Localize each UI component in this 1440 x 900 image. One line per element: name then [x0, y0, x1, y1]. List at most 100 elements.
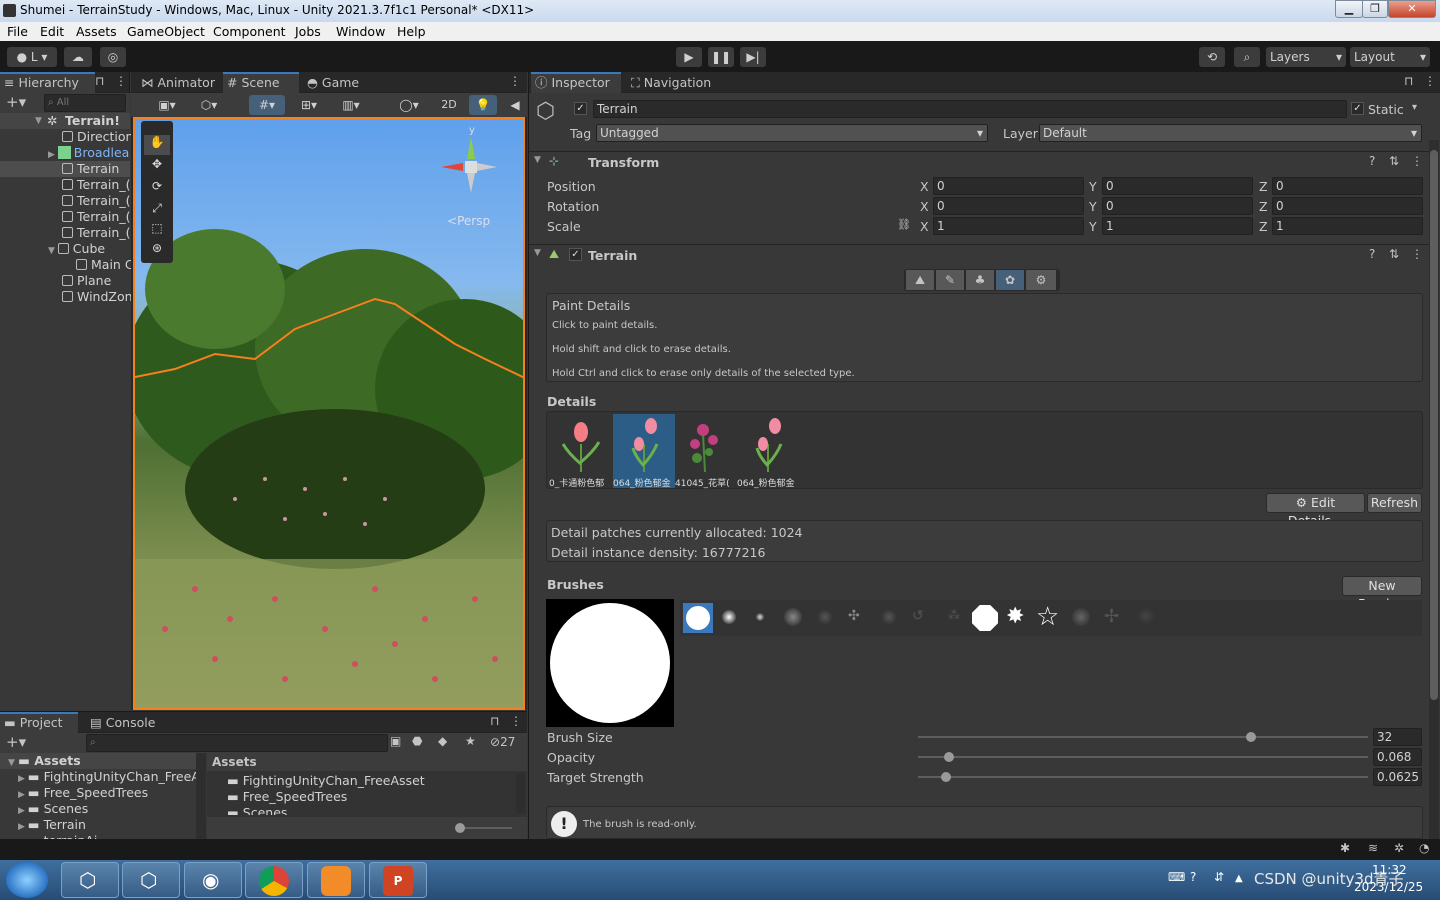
brush-splat[interactable]: ✢ [1104, 606, 1119, 627]
brush-starburst[interactable]: ✸ [1006, 604, 1024, 629]
brush-size-slider[interactable] [918, 736, 1368, 738]
assets-scrollbar[interactable] [516, 773, 525, 813]
layers-dropdown[interactable]: Layers ▾ [1266, 47, 1346, 67]
tab-scene[interactable]: # Scene [223, 72, 299, 93]
taskbar-app-panda[interactable]: ◉ [184, 862, 242, 898]
filter-icon[interactable]: ⬣ [412, 734, 422, 748]
orientation-gizmo[interactable]: y [435, 125, 505, 201]
target-strength-slider[interactable] [918, 776, 1368, 778]
tray-expand-icon[interactable]: ▲ [1235, 873, 1243, 884]
terrain-header[interactable]: ▼ ⛰ ✓ Terrain ? ⇅ ⋮ [529, 244, 1429, 264]
favorite-icon[interactable]: ★ [465, 734, 476, 748]
hierarchy-search-input[interactable]: ⌕ All [44, 94, 126, 112]
taskbar-unity[interactable]: ⬡ [122, 862, 180, 898]
asset-item[interactable]: ▬ Scenes [227, 805, 287, 815]
menu-window[interactable]: Window [336, 24, 385, 39]
terrain-settings-icon[interactable]: ⚙ [1026, 270, 1056, 290]
tree-scrollbar[interactable] [196, 753, 206, 840]
paint-details-icon[interactable]: ✿ [996, 270, 1024, 290]
search-button[interactable]: ⌕ [1234, 47, 1260, 67]
menu-file[interactable]: File [7, 24, 28, 39]
list-item[interactable]: ▶ Broadlea [48, 145, 129, 161]
chevron-down-icon[interactable]: ▾ [1412, 102, 1417, 113]
static-checkbox[interactable]: ✓ [1351, 102, 1364, 115]
2d-toggle[interactable]: 2D [435, 95, 463, 115]
paint-terrain-icon[interactable]: ✎ [936, 270, 964, 290]
list-item[interactable]: Terrain_( [62, 177, 130, 193]
brush-swirl[interactable]: ↺ [912, 608, 924, 624]
grid-button[interactable]: ⊞▾ [291, 95, 327, 115]
scale-x-field[interactable]: 1 [933, 217, 1084, 235]
account-button[interactable]: ● L ▾ [7, 47, 57, 67]
tree-item[interactable]: ▶ ▬ Terrain [18, 817, 86, 833]
scale-tool-icon[interactable]: ⤢ [144, 201, 170, 221]
tree-item[interactable]: ▶ ▬ Free_SpeedTrees [18, 785, 148, 801]
layout-dropdown[interactable]: Layout ▾ [1350, 47, 1430, 67]
lighting-icon[interactable]: ✲ [1394, 841, 1404, 855]
snap-grid-button[interactable]: #▾ [249, 95, 285, 115]
menu-edit[interactable]: Edit [40, 24, 64, 39]
hidden-packages-icon[interactable]: ⊘27 [490, 735, 515, 749]
help-icon[interactable]: ? [1190, 870, 1196, 884]
more-icon[interactable]: ⋮ [115, 74, 127, 88]
brush-star[interactable]: ☆ [1036, 602, 1059, 632]
add-icon[interactable]: +▾ [6, 733, 26, 751]
cache-icon[interactable]: ≋ [1368, 841, 1378, 855]
scene-viewport[interactable]: ✋ ✥ ⟳ ⤢ ⬚ ⊛ y <Persp [133, 117, 525, 710]
settings-icon[interactable]: ⇅ [1389, 154, 1399, 168]
list-item[interactable]: Direction [62, 129, 133, 145]
rect-tool-icon[interactable]: ⬚ [144, 221, 170, 241]
position-x-field[interactable]: 0 [933, 177, 1084, 195]
minimize-button[interactable]: ▁ [1335, 0, 1363, 18]
assets-breadcrumb[interactable]: Assets [207, 753, 527, 771]
more-icon[interactable]: ⋮ [1411, 247, 1423, 261]
move-tool-icon[interactable]: ✥ [144, 157, 170, 177]
detail-item-selected[interactable]: 064_粉色郁金 [613, 414, 675, 489]
asset-item[interactable]: ▬ FightingUnityChan_FreeAsset [227, 773, 425, 789]
paint-trees-icon[interactable]: ♣ [966, 270, 994, 290]
settings-icon[interactable]: ⇅ [1389, 247, 1399, 261]
menu-component[interactable]: Component [213, 24, 286, 39]
terrain-enabled-checkbox[interactable]: ✓ [569, 248, 582, 261]
tab-project[interactable]: ▬ Project [0, 712, 78, 733]
brush-faint[interactable] [818, 610, 832, 624]
shading-mode-button[interactable]: ◯▾ [389, 95, 429, 115]
tab-game[interactable]: ◓ Game [303, 72, 373, 93]
tree-item[interactable]: ▶ ▬ Scenes [18, 801, 88, 817]
more-icon[interactable]: ⋮ [1411, 154, 1423, 168]
transform-tool-icon[interactable]: ⊛ [144, 241, 170, 261]
tab-hierarchy[interactable]: ≡ Hierarchy [0, 72, 95, 93]
audio-toggle[interactable]: ◀ [503, 95, 527, 115]
increment-snap-button[interactable]: ▥▾ [333, 95, 369, 115]
collab-button[interactable]: ◎ [100, 47, 126, 67]
more-icon[interactable]: ⋮ [509, 74, 521, 88]
play-button[interactable]: ▶ [676, 47, 702, 67]
draw-mode-button[interactable]: ▣▾ [149, 95, 185, 115]
asset-item[interactable]: ▬ Free_SpeedTrees [227, 789, 347, 805]
link-icon[interactable]: ⛓ [897, 218, 911, 231]
brush-grass[interactable]: ⁂ [948, 608, 960, 622]
shading-button[interactable]: ⬡▾ [191, 95, 227, 115]
more-icon[interactable]: ⋮ [1424, 74, 1436, 88]
brush-selected[interactable] [683, 603, 713, 633]
scale-z-field[interactable]: 1 [1272, 217, 1423, 235]
search-by-type-icon[interactable]: ▣ [390, 734, 401, 748]
brush-spray[interactable]: ✣ [848, 608, 866, 626]
brush-small[interactable] [756, 613, 764, 621]
opacity-field[interactable]: 0.068 [1373, 748, 1422, 766]
list-item[interactable]: Plane [62, 273, 111, 289]
opacity-thumb[interactable] [943, 752, 954, 762]
label-icon[interactable]: ◆ [438, 734, 447, 748]
target-strength-field[interactable]: 0.0625 [1373, 768, 1422, 786]
lock-icon[interactable]: ⊓ [490, 714, 499, 728]
list-item[interactable]: Terrain_( [62, 209, 130, 225]
help-icon[interactable]: ? [1369, 154, 1375, 168]
pause-button[interactable]: ❚❚ [708, 47, 734, 67]
object-name-field[interactable]: Terrain [593, 100, 1347, 118]
history-button[interactable]: ⟲ [1199, 47, 1225, 67]
inspector-scrollbar[interactable] [1429, 140, 1439, 839]
edit-details-button[interactable]: ⚙ Edit Details... [1266, 493, 1365, 528]
clock-date[interactable]: 2023/12/25 [1354, 880, 1423, 894]
help-icon[interactable]: ? [1369, 247, 1375, 261]
brush-soft[interactable] [722, 610, 736, 624]
